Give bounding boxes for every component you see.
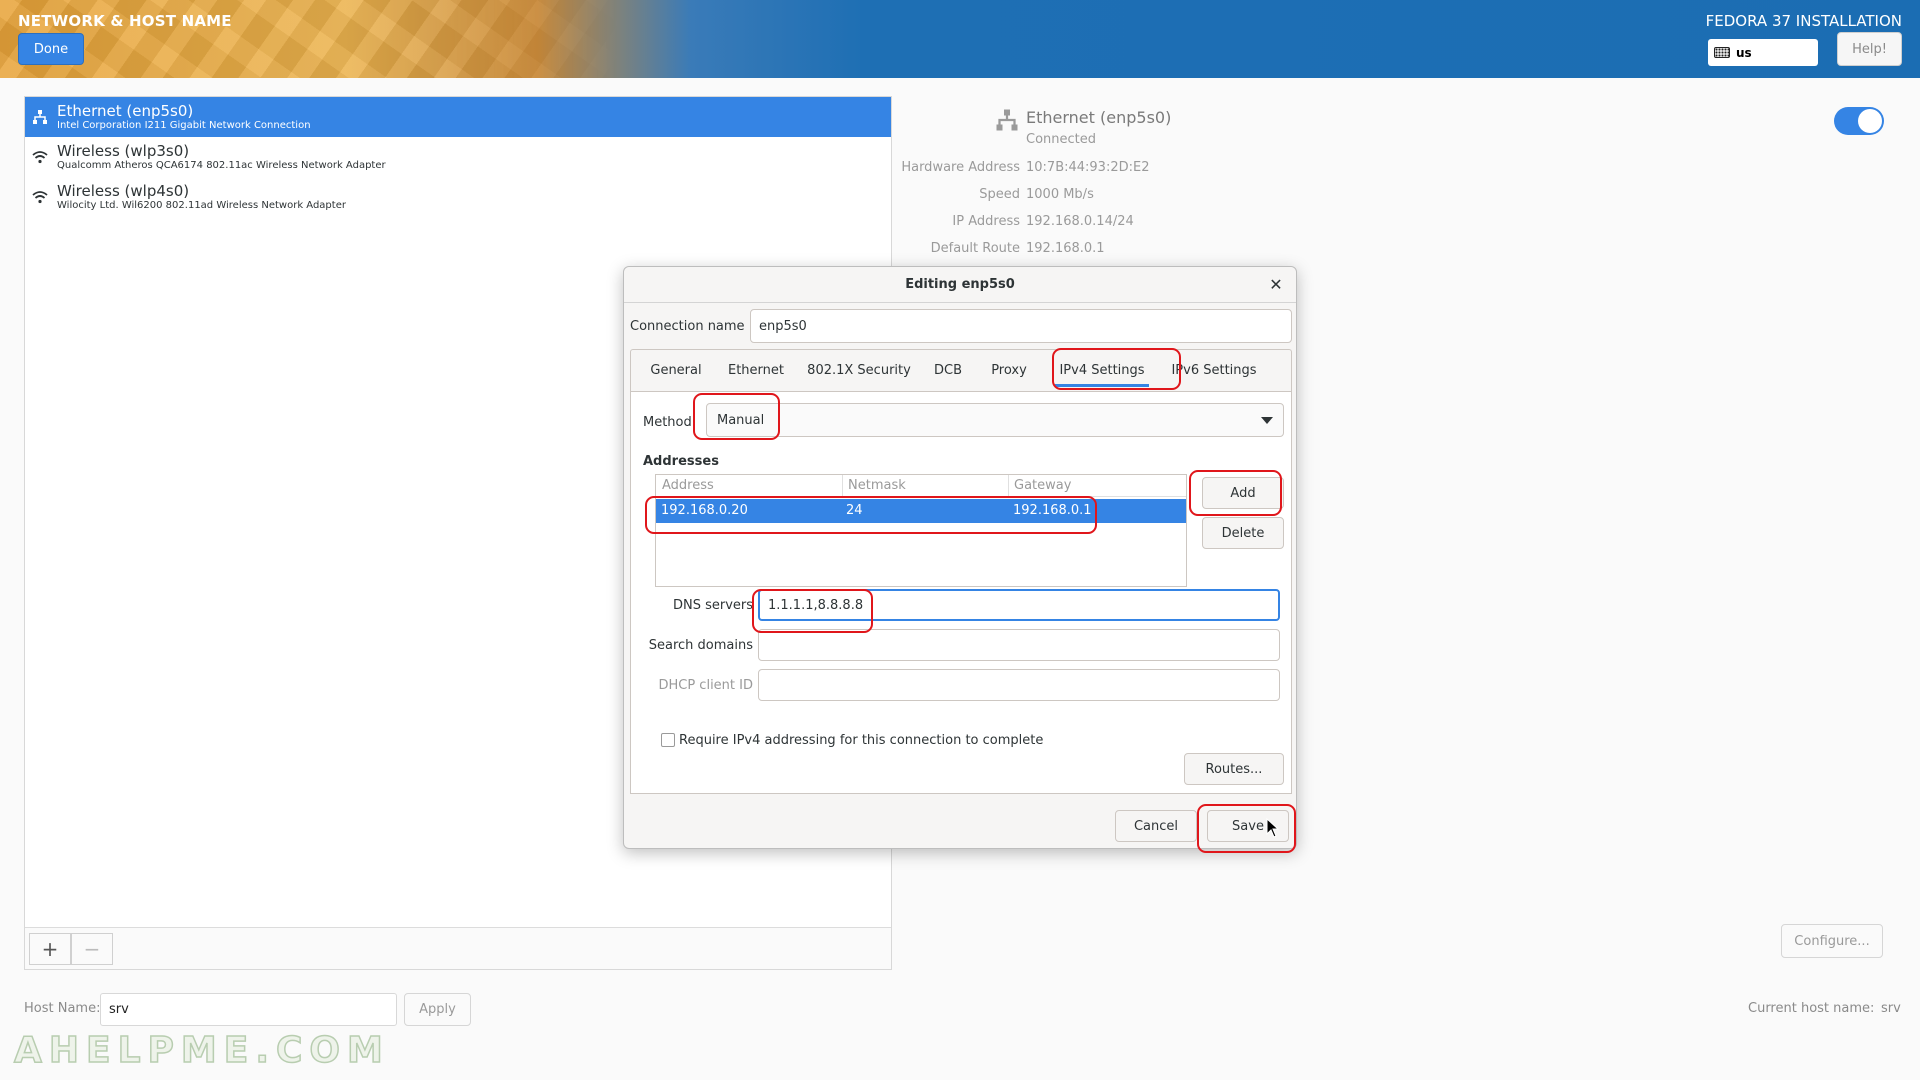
keyboard-layout-indicator[interactable]: us — [1708, 39, 1818, 66]
help-button[interactable]: Help! — [1837, 32, 1902, 66]
keyboard-layout-label: us — [1736, 45, 1752, 60]
current-host-name-label: Current host name: — [1748, 1001, 1875, 1016]
wifi-icon — [31, 148, 49, 166]
header-bar: NETWORK & HOST NAME Done FEDORA 37 INSTA… — [0, 0, 1920, 78]
device-name: Wireless (wlp4s0) — [57, 182, 190, 200]
watermark-logo: AHELPME.COM — [13, 1029, 390, 1072]
connection-name-input[interactable] — [750, 309, 1292, 343]
toggle-knob — [1858, 109, 1882, 133]
cancel-button[interactable]: Cancel — [1115, 810, 1197, 842]
dhcp-client-id-label: DHCP client ID — [658, 678, 753, 693]
tab-ipv4-settings[interactable]: IPv4 Settings — [1049, 350, 1155, 391]
column-divider — [842, 475, 843, 497]
gateway-cell: 192.168.0.1 — [1013, 503, 1092, 518]
configure-button[interactable]: Configure... — [1781, 924, 1883, 958]
device-description: Intel Corporation I211 Gigabit Network C… — [57, 120, 311, 131]
tab-ethernet[interactable]: Ethernet — [715, 350, 797, 391]
host-name-input[interactable] — [100, 993, 397, 1026]
device-row-enp5s0[interactable]: Ethernet (enp5s0) Intel Corporation I211… — [25, 97, 891, 137]
method-dropdown[interactable]: Manual — [706, 403, 1284, 437]
addresses-heading: Addresses — [643, 454, 719, 469]
network-wired-icon — [995, 108, 1019, 132]
hardware-address-value: 10:7B:44:93:2D:E2 — [1026, 160, 1150, 175]
mouse-pointer-icon — [1266, 817, 1280, 842]
tab-general[interactable]: General — [637, 350, 715, 391]
ip-address-label: IP Address — [952, 214, 1020, 229]
detail-device-status: Connected — [1026, 132, 1097, 147]
column-header-netmask[interactable]: Netmask — [848, 478, 906, 493]
hardware-address-label: Hardware Address — [901, 160, 1020, 175]
spoke-title: NETWORK & HOST NAME — [18, 12, 232, 30]
product-title: FEDORA 37 INSTALLATION — [1705, 12, 1902, 30]
require-ipv4-checkbox[interactable] — [661, 733, 675, 747]
device-description: Wilocity Ltd. Wil6200 802.11ad Wireless … — [57, 200, 346, 211]
table-header: Address Netmask Gateway — [656, 475, 1186, 497]
done-button[interactable]: Done — [18, 33, 84, 65]
tab-ipv6-settings[interactable]: IPv6 Settings — [1161, 350, 1267, 391]
dns-servers-input[interactable] — [758, 589, 1280, 621]
ipv4-settings-panel: Method Manual Addresses Address Netmask … — [630, 391, 1292, 794]
apply-button[interactable]: Apply — [404, 993, 471, 1026]
device-row-wlp4s0[interactable]: Wireless (wlp4s0) Wilocity Ltd. Wil6200 … — [25, 177, 891, 217]
connection-name-label: Connection name — [630, 319, 745, 334]
search-domains-label: Search domains — [648, 638, 753, 653]
speed-value: 1000 Mb/s — [1026, 187, 1094, 202]
add-device-button[interactable]: + — [29, 933, 71, 965]
address-cell: 192.168.0.20 — [661, 503, 748, 518]
netmask-cell: 24 — [846, 503, 863, 518]
default-route-value: 192.168.0.1 — [1026, 241, 1105, 256]
method-label: Method — [643, 415, 692, 430]
device-name: Ethernet (enp5s0) — [57, 102, 194, 120]
dialog-title: Editing enp5s0 — [905, 277, 1015, 292]
tab-proxy[interactable]: Proxy — [975, 350, 1043, 391]
chevron-down-icon — [1261, 417, 1273, 424]
device-description: Qualcomm Atheros QCA6174 802.11ac Wirele… — [57, 160, 386, 171]
host-name-label: Host Name: — [24, 1001, 101, 1016]
ip-address-value: 192.168.0.14/24 — [1026, 214, 1134, 229]
wifi-icon — [31, 188, 49, 206]
device-enable-toggle[interactable] — [1834, 107, 1884, 135]
remove-device-button[interactable]: − — [71, 933, 113, 965]
dhcp-client-id-input[interactable] — [758, 669, 1280, 701]
dialog-titlebar: Editing enp5s0 ✕ — [624, 267, 1296, 303]
editing-connection-dialog: Editing enp5s0 ✕ Connection name General… — [623, 266, 1297, 849]
table-row[interactable]: 192.168.0.20 24 192.168.0.1 — [656, 499, 1186, 523]
delete-address-button[interactable]: Delete — [1202, 517, 1284, 549]
require-ipv4-label[interactable]: Require IPv4 addressing for this connect… — [679, 733, 1043, 748]
column-divider — [1008, 475, 1009, 497]
add-address-button[interactable]: Add — [1202, 477, 1284, 509]
speed-label: Speed — [979, 187, 1020, 202]
search-domains-input[interactable] — [758, 629, 1280, 661]
settings-tabs: General Ethernet 802.1X Security DCB Pro… — [630, 349, 1292, 391]
tab-8021x-security[interactable]: 802.1X Security — [797, 350, 921, 391]
device-name: Wireless (wlp3s0) — [57, 142, 190, 160]
device-list-toolbar: + − — [25, 927, 891, 969]
dns-servers-label: DNS servers — [672, 598, 753, 613]
device-row-wlp3s0[interactable]: Wireless (wlp3s0) Qualcomm Atheros QCA61… — [25, 137, 891, 177]
column-header-address[interactable]: Address — [662, 478, 714, 493]
addresses-table: Address Netmask Gateway 192.168.0.20 24 … — [655, 474, 1187, 587]
column-header-gateway[interactable]: Gateway — [1014, 478, 1071, 493]
detail-device-name: Ethernet (enp5s0) — [1026, 108, 1172, 127]
tab-dcb[interactable]: DCB — [921, 350, 975, 391]
method-value: Manual — [717, 412, 765, 428]
default-route-label: Default Route — [930, 241, 1020, 256]
current-host-name-value: srv — [1881, 1001, 1901, 1016]
network-wired-icon — [31, 108, 49, 126]
routes-button[interactable]: Routes... — [1184, 753, 1284, 785]
keyboard-icon — [1714, 47, 1730, 58]
close-icon[interactable]: ✕ — [1266, 275, 1286, 295]
